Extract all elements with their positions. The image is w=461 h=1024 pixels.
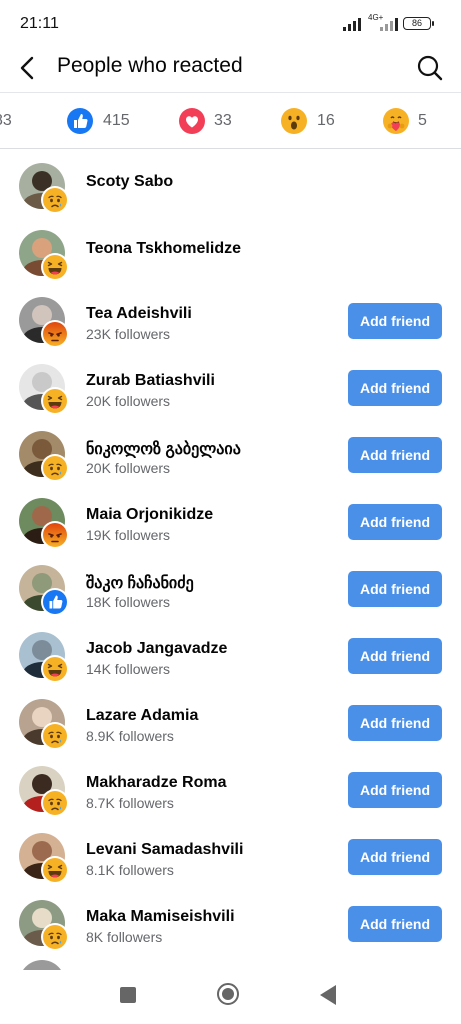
tab-love-count: 33 [214, 111, 232, 129]
follower-count: 8.7K followers [86, 795, 174, 811]
search-icon[interactable] [414, 52, 446, 84]
add-friend-button[interactable]: Add friend [348, 504, 442, 540]
follower-count: 8.1K followers [86, 862, 174, 878]
system-nav-bar [0, 970, 461, 1024]
person-name[interactable]: ნიკოლოზ გაბელაია [86, 439, 241, 459]
back-arrow-icon[interactable] [12, 52, 44, 84]
list-item[interactable]: Tea Adeishvili 23K followers Add friend [0, 288, 461, 355]
sad-reaction-icon [41, 789, 69, 817]
sad-reaction-icon [41, 722, 69, 750]
tab-love[interactable]: 33 [179, 93, 232, 148]
follower-count: 8K followers [86, 929, 163, 945]
heart-icon [179, 107, 205, 134]
add-friend-button[interactable]: Add friend [348, 370, 442, 406]
add-friend-button[interactable]: Add friend [348, 839, 442, 875]
battery-level: 86 [411, 18, 422, 28]
person-name[interactable]: Zurab Batiashvili [86, 372, 215, 390]
like-reaction-icon [41, 588, 69, 616]
reactors-list: Scoty Sabo Teona Tskhomelidze Tea Adeish… [0, 148, 461, 970]
haha-reaction-icon [41, 253, 69, 281]
recent-apps-icon[interactable] [120, 987, 136, 1003]
list-item[interactable]: Lazare Adamia 8.9K followers Add friend [0, 690, 461, 757]
home-icon[interactable] [217, 983, 239, 1005]
care-icon [383, 107, 409, 134]
sad-reaction-icon [41, 923, 69, 951]
follower-count: 20K followers [86, 460, 171, 476]
partial-avatar [19, 960, 65, 970]
tab-all-count: 83 [0, 111, 12, 129]
angry-reaction-icon [41, 521, 69, 549]
header: People who reacted [0, 48, 461, 88]
follower-count: 19K followers [86, 527, 171, 543]
person-name[interactable]: Makharadze Roma [86, 774, 227, 792]
list-item[interactable]: Zurab Batiashvili 20K followers Add frie… [0, 355, 461, 422]
add-friend-button[interactable]: Add friend [348, 638, 442, 674]
follower-count: 18K followers [86, 594, 171, 610]
add-friend-button[interactable]: Add friend [348, 906, 442, 942]
battery-icon: 86 [403, 17, 434, 30]
tab-wow-count: 16 [317, 111, 335, 129]
tab-like-count: 415 [103, 111, 130, 129]
tab-like[interactable]: 415 [67, 93, 130, 148]
like-icon [67, 107, 93, 134]
person-name[interactable]: Teona Tskhomelidze [86, 240, 241, 258]
list-item[interactable]: Makharadze Roma 8.7K followers Add frien… [0, 757, 461, 824]
list-item[interactable]: Scoty Sabo [0, 154, 461, 221]
person-name[interactable]: Jacob Jangavadze [86, 640, 227, 658]
signal-icon [343, 17, 365, 31]
list-item[interactable]: ნიკოლოზ გაბელაია 20K followers Add frien… [0, 422, 461, 489]
page-title: People who reacted [57, 54, 243, 77]
add-friend-button[interactable]: Add friend [348, 437, 442, 473]
follower-count: 8.9K followers [86, 728, 174, 744]
follower-count: 14K followers [86, 661, 171, 677]
tab-care[interactable]: 5 [383, 93, 427, 148]
wow-icon [281, 107, 307, 134]
add-friend-button[interactable]: Add friend [348, 571, 442, 607]
list-item[interactable]: შაკო ჩაჩანიძე 18K followers Add friend [0, 556, 461, 623]
follower-count: 23K followers [86, 326, 171, 342]
list-item[interactable]: Maka Mamiseishvili 8K followers Add frie… [0, 891, 461, 958]
haha-reaction-icon [41, 856, 69, 884]
list-item[interactable]: Teona Tskhomelidze [0, 221, 461, 288]
clock: 21:11 [20, 15, 59, 32]
list-item[interactable]: Levani Samadashvili 8.1K followers Add f… [0, 824, 461, 891]
signal-2-icon [380, 17, 398, 31]
follower-count: 20K followers [86, 393, 171, 409]
person-name[interactable]: Levani Samadashvili [86, 841, 243, 859]
sad-reaction-icon [41, 454, 69, 482]
reaction-tabs: 83 415 33 16 5 [0, 92, 461, 149]
back-triangle-icon[interactable] [320, 985, 336, 1005]
person-name[interactable]: Maia Orjonikidze [86, 506, 213, 524]
haha-reaction-icon [41, 387, 69, 415]
status-bar: 21:11 4G+ 86 [0, 0, 461, 48]
person-name[interactable]: შაკო ჩაჩანიძე [86, 573, 194, 593]
person-name[interactable]: Lazare Adamia [86, 707, 198, 725]
add-friend-button[interactable]: Add friend [348, 303, 442, 339]
tab-all[interactable]: 83 [0, 93, 12, 148]
list-item[interactable]: Maia Orjonikidze 19K followers Add frien… [0, 489, 461, 556]
sad-reaction-icon [41, 186, 69, 214]
haha-reaction-icon [41, 655, 69, 683]
person-name[interactable]: Tea Adeishvili [86, 305, 192, 323]
angry-reaction-icon [41, 320, 69, 348]
person-name[interactable]: Scoty Sabo [86, 173, 173, 191]
list-item[interactable]: Jacob Jangavadze 14K followers Add frien… [0, 623, 461, 690]
add-friend-button[interactable]: Add friend [348, 705, 442, 741]
add-friend-button[interactable]: Add friend [348, 772, 442, 808]
tab-care-count: 5 [418, 111, 427, 129]
person-name[interactable]: Maka Mamiseishvili [86, 908, 235, 926]
tab-wow[interactable]: 16 [281, 93, 335, 148]
